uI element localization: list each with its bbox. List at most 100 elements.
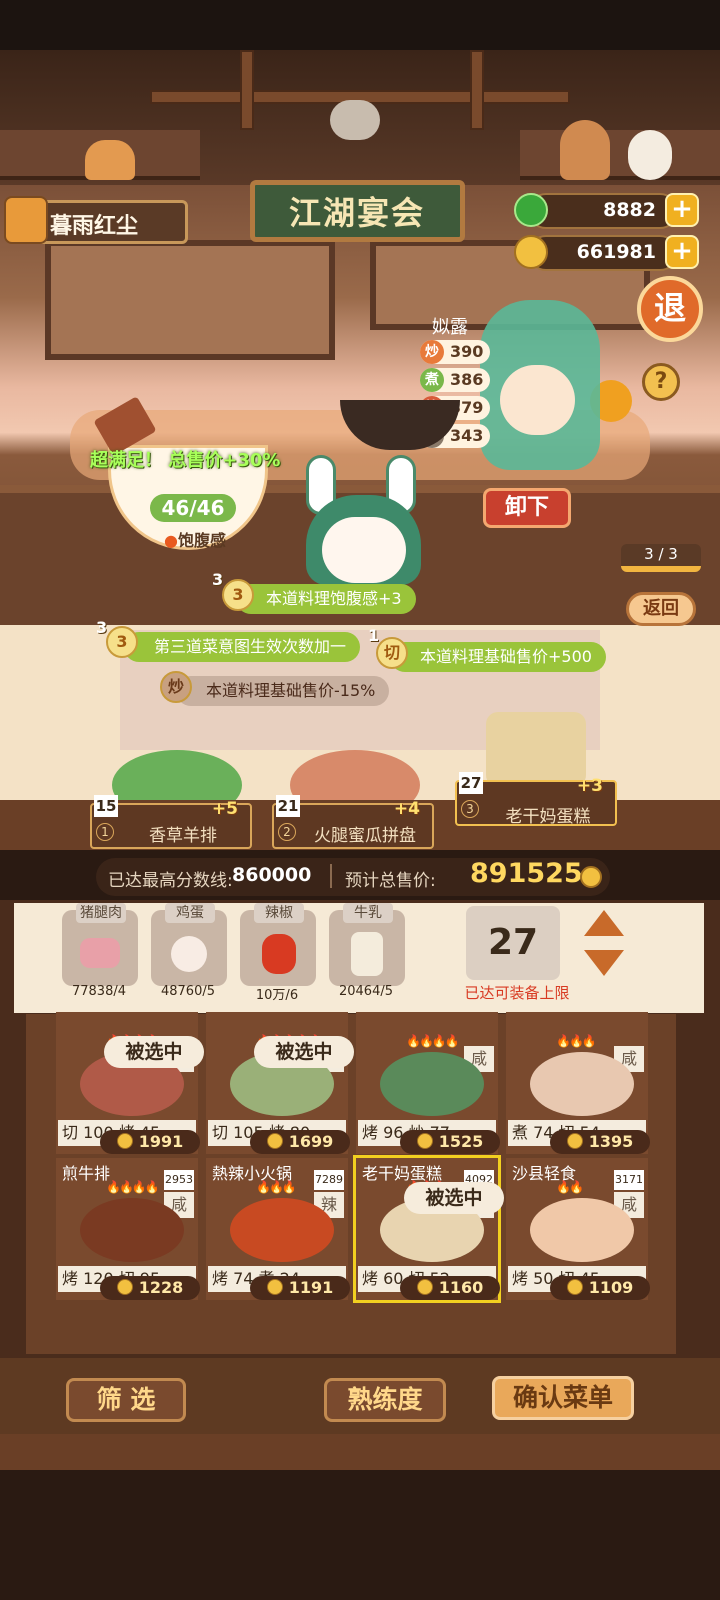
dish-spice-flames: 🔥🔥🔥 <box>256 1180 297 1194</box>
dish-card[interactable]: 熱辣小火锅7289辣🔥🔥🔥烤 74 煮 241191 <box>206 1158 350 1300</box>
selected-badge: 被选中 <box>404 1182 504 1214</box>
buff-base-price-down-badge: 炒 <box>160 671 192 703</box>
milk-icon <box>351 932 383 976</box>
course-slot-3[interactable]: 27 3 老干妈蛋糕 +3 <box>455 772 617 830</box>
dish-price-value: 1395 <box>588 1132 634 1151</box>
dish-price: 1191 <box>250 1276 350 1300</box>
ingredient-chili-label: 辣椒 <box>254 903 304 923</box>
buff-third-course-badge: 3 <box>106 626 138 658</box>
ingredient-egg-label: 鸡蛋 <box>165 903 215 923</box>
dish-card[interactable]: 煎牛排2953咸🔥🔥🔥🔥烤 120 切 951228 <box>56 1158 200 1300</box>
dish-price: 1160 <box>400 1276 500 1300</box>
course-slot-2[interactable]: 21 2 火腿蜜瓜拼盘 +4 <box>272 795 434 853</box>
chili-icon <box>262 934 296 974</box>
scroll-down-icon[interactable] <box>584 950 624 976</box>
bottom-margin <box>0 1470 720 1600</box>
coin-icon <box>266 1279 283 1295</box>
dish-image <box>230 1198 334 1262</box>
owl-figure <box>628 130 672 180</box>
coin-icon <box>116 1133 133 1149</box>
return-button[interactable]: 返回 <box>626 592 696 626</box>
dish-card[interactable]: 咸🔥🔥🔥🔥🔥切 105 烤 801699被选中 <box>206 1012 354 1154</box>
pork-icon <box>80 938 120 968</box>
character-face <box>500 365 575 435</box>
dish-card[interactable]: 咸🔥🔥🔥🔥烤 96 炒 771525 <box>356 1012 500 1154</box>
dish-price: 1699 <box>250 1130 350 1154</box>
dish-price: 1991 <box>100 1130 200 1154</box>
buff-base-price-up-badge: 切 <box>376 637 408 669</box>
dish-spice-flames: 🔥🔥🔥🔥 <box>106 1180 160 1194</box>
coin-icon <box>514 235 548 269</box>
flame-icon: ● <box>164 531 178 550</box>
dish-price-value: 1525 <box>438 1132 484 1151</box>
add-coins-button[interactable]: + <box>665 235 699 269</box>
dish-owned-count: 2953 <box>164 1170 194 1190</box>
ingredient-milk-label: 牛乳 <box>343 903 393 923</box>
dish-name: 煎牛排 <box>62 1164 111 1183</box>
dish-price: 1525 <box>400 1130 500 1154</box>
ingredient-chili-count: 10万/6 <box>255 988 299 1003</box>
confirm-menu-button[interactable]: 确认菜单 <box>492 1376 634 1420</box>
coin-icon <box>566 1279 583 1295</box>
dish-owned-count: 7289 <box>314 1170 344 1190</box>
dish-spice-flames: 🔥🔥 <box>556 1180 584 1194</box>
dish-card[interactable]: 沙县轻食3171咸🔥🔥烤 50 切 451109 <box>506 1158 650 1300</box>
stat-stir-fry: 炒 390 <box>420 340 490 364</box>
ingredient-egg-count: 48760/5 <box>160 984 215 999</box>
capacity-label: 已达可装备上限 <box>464 984 570 1002</box>
ingredient-pork-count: 77838/4 <box>71 984 126 999</box>
dish-price: 1109 <box>550 1276 650 1300</box>
retreat-button[interactable]: 退 <box>637 276 703 342</box>
unload-button[interactable]: 卸下 <box>483 488 571 528</box>
stir-fry-icon: 炒 <box>420 340 444 364</box>
dish-spice-flames: 🔥🔥🔥 <box>556 1034 597 1048</box>
bonus-text: 超满足！ 总售价+30% <box>90 450 281 471</box>
coin-icon <box>580 866 602 888</box>
coin-icon <box>416 1133 433 1149</box>
banquet-sign-text: 江湖宴会 <box>288 194 425 232</box>
dish-price-value: 1160 <box>438 1278 484 1297</box>
dish-price-value: 1991 <box>138 1132 184 1151</box>
stat-boil: 煮 386 <box>420 368 490 392</box>
coin-icon <box>416 1279 433 1295</box>
buff-third-course: 第三道菜意图生效次数加一 <box>124 632 361 662</box>
selected-badge: 被选中 <box>104 1036 204 1068</box>
ingredient-milk-count: 20464/5 <box>338 984 393 999</box>
dish-image <box>530 1052 634 1116</box>
coin-value: 661981 <box>576 241 656 263</box>
filter-button[interactable]: 筛 选 <box>66 1378 186 1422</box>
buff-base-price-up: 本道料理基础售价+500 <box>390 642 606 672</box>
boil-icon: 煮 <box>420 368 444 392</box>
buff-satiety-badge: 3 <box>222 579 254 611</box>
coin-icon <box>266 1133 283 1149</box>
egg-icon <box>171 936 207 972</box>
dish-image <box>530 1198 634 1262</box>
dish-card[interactable]: 老干妈蛋糕4092辣🔥🔥🔥烤 60 切 521160被选中 <box>353 1155 504 1303</box>
dish-card[interactable]: 咸🔥🔥🔥🔥切 100 烤 451991被选中 <box>56 1012 204 1154</box>
selected-badge: 被选中 <box>254 1036 354 1068</box>
dish-image <box>380 1052 484 1116</box>
equipped-count: 27 <box>466 906 560 980</box>
divider <box>330 864 332 888</box>
course-slot-1[interactable]: 15 1 香草羊排 +5 <box>90 795 252 853</box>
dish-price-value: 1191 <box>288 1278 334 1297</box>
scroll-up-icon[interactable] <box>584 910 624 936</box>
dish-card[interactable]: 咸🔥🔥🔥煮 74 切 541395 <box>506 1012 650 1154</box>
coin-icon <box>116 1279 133 1295</box>
best-score-label: 已达最高分数线: <box>108 871 233 891</box>
player-avatar[interactable] <box>4 196 48 244</box>
dish-image <box>80 1198 184 1262</box>
dish-owned-count: 3171 <box>614 1170 644 1190</box>
jade-icon <box>514 193 548 227</box>
buff-base-price-down: 本道料理基础售价-15% <box>176 676 390 706</box>
page-indicator: 3 / 3 <box>621 544 701 572</box>
dish-price: 1228 <box>100 1276 200 1300</box>
chef-figure <box>560 120 610 180</box>
add-jade-button[interactable]: + <box>665 193 699 227</box>
satiety-label: ●饱腹感 <box>164 531 226 550</box>
shelf-right <box>520 130 720 180</box>
help-button[interactable]: ? <box>642 363 680 401</box>
cat-figure <box>85 140 135 180</box>
proficiency-button[interactable]: 熟练度 <box>324 1378 446 1422</box>
raccoon-figure <box>330 100 380 140</box>
